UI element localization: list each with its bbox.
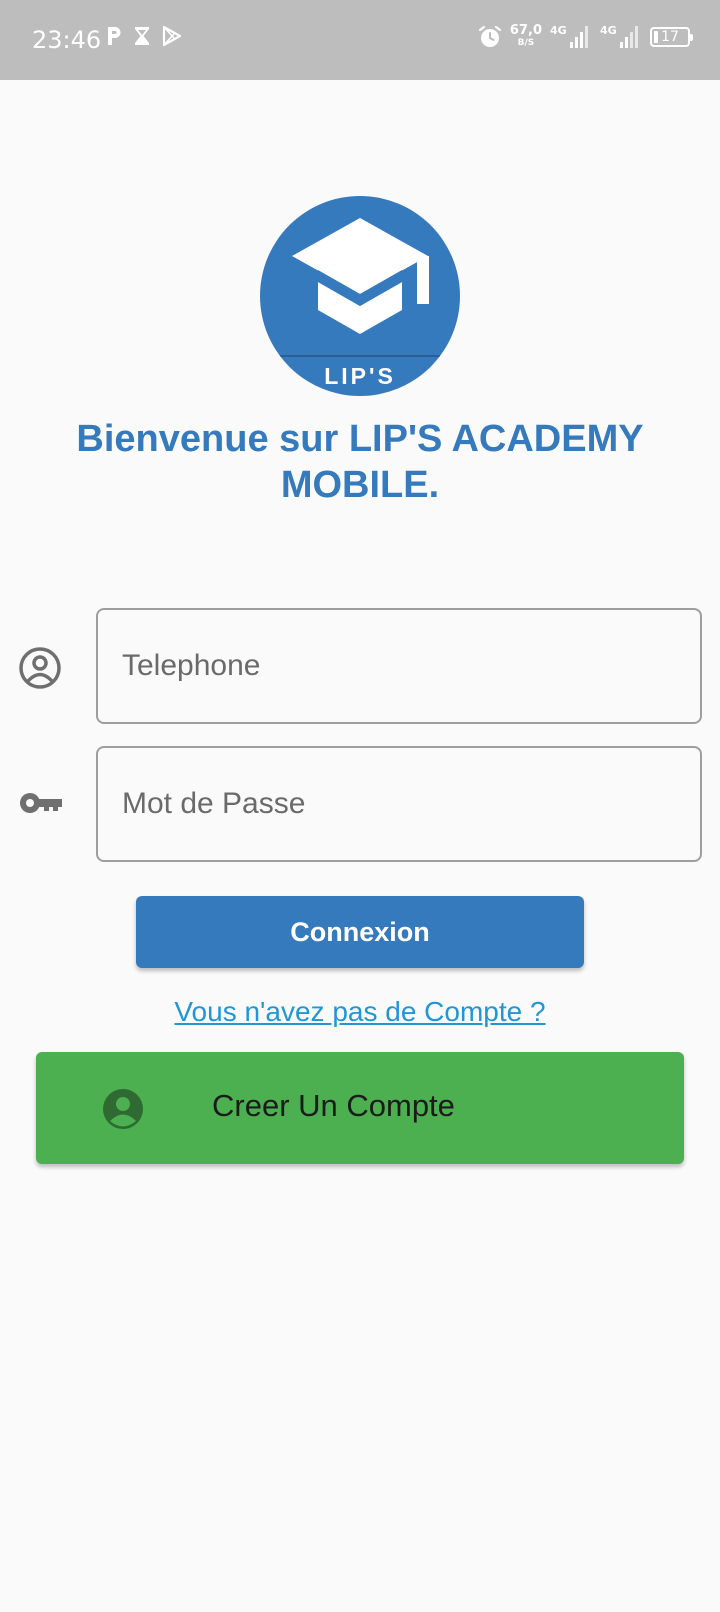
phone-input[interactable] — [96, 608, 702, 724]
account-circle-icon — [103, 1089, 143, 1129]
status-bar: 23:46 67,0 B/S 4G 4G 17 — [0, 0, 720, 80]
logo-text: LIP'S — [324, 363, 396, 389]
create-account-label: Creer Un Compte — [212, 1088, 455, 1123]
no-account-link[interactable]: Vous n'avez pas de Compte ? — [0, 996, 720, 1028]
hourglass-icon — [135, 27, 149, 45]
status-notification-icons — [106, 26, 182, 46]
login-button[interactable]: Connexion — [136, 896, 584, 968]
status-system-icons: 67,0 B/S 4G 4G 17 — [478, 22, 693, 52]
signal-sim2: 4G — [600, 22, 642, 52]
password-input[interactable] — [96, 746, 702, 862]
battery-fill — [654, 31, 658, 43]
app-logo: LIP'S — [260, 196, 460, 396]
signal-bars-icon — [570, 26, 588, 48]
network-speed: 67,0 B/S — [509, 23, 542, 48]
key-icon — [20, 793, 62, 813]
signal-sim1: 4G — [550, 22, 592, 52]
status-time: 23:46 — [32, 26, 102, 54]
welcome-title: Bienvenue sur LIP'S ACADEMY MOBILE. — [76, 418, 644, 506]
play-store-icon — [162, 26, 182, 46]
battery-level: 17 — [661, 29, 679, 45]
parking-app-icon — [108, 27, 121, 45]
signal-bars-icon — [620, 26, 638, 48]
alarm-icon — [478, 25, 502, 47]
battery-indicator: 17 — [650, 27, 693, 47]
account-circle-icon — [19, 647, 61, 689]
create-account-button[interactable]: Creer Un Compte — [36, 1052, 684, 1164]
